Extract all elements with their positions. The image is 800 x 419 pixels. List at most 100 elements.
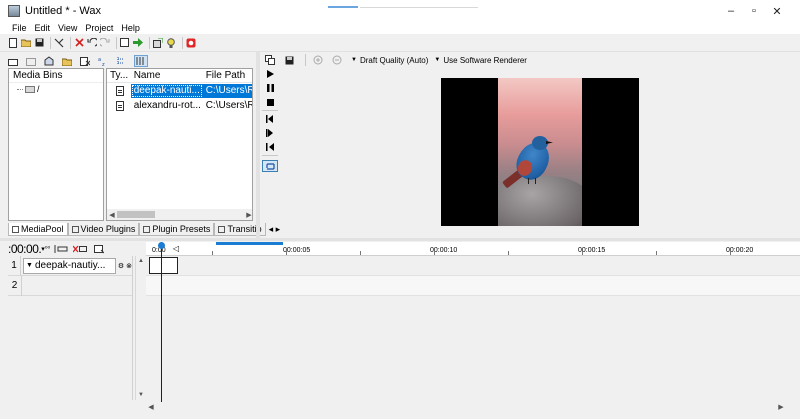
copy-frame-icon[interactable] [265,55,275,65]
open-folder-icon[interactable] [21,38,31,48]
mediapool-icon [12,225,19,233]
scroll-right-icon[interactable]: ▶ [244,211,252,219]
file-row-name: deepak-nauti... [130,84,203,98]
bird-head [532,136,548,150]
column-type[interactable]: Ty... [107,69,131,82]
main-toolbar [0,34,800,52]
chevron-left-icon[interactable]: ◂ [269,224,274,235]
marker-left-icon[interactable]: ◁ [173,244,179,253]
save-frame-icon[interactable] [284,55,294,65]
video-preview[interactable] [441,78,639,226]
timecode-arrow-icon[interactable]: ▾⁰⁰ [41,245,50,253]
track-name-dropdown[interactable]: ▼ deepak-nautiy... [23,257,116,274]
tab-video-plugins[interactable]: Video Plugins [67,223,140,236]
tree-view-icon[interactable] [116,56,126,66]
track-header[interactable]: 1 ▼ deepak-nautiy... ⚙ ⊗ [8,255,132,276]
playhead-handle[interactable] [158,242,165,249]
help-bulb-icon[interactable] [166,37,176,48]
timeline-horizontal-scrollbar[interactable]: ◀ ▶ [146,402,800,412]
import-folder-icon[interactable] [62,56,72,66]
scroll-up-icon[interactable]: ▲ [136,258,146,264]
timeline-header: :00:00. ▾⁰⁰ [8,242,138,256]
zoom-in-icon[interactable] [313,55,323,65]
column-file-path[interactable]: File Path [203,69,252,82]
timeline-ruler[interactable]: 0:00 ◁ 00:00:05 00:00:10 00:00:15 00:00:… [146,242,800,256]
bin-item-root[interactable]: / [9,83,103,95]
tab-label: Video Plugins [80,224,136,234]
previous-frame-button[interactable] [262,113,278,125]
project-settings-icon[interactable] [153,37,163,48]
quality-dropdown[interactable]: ▼ Draft Quality (Auto) [351,56,428,65]
scroll-down-icon[interactable]: ▼ [136,392,146,398]
zoom-out-icon[interactable] [332,55,342,65]
preview-toolbar: ▼ Draft Quality (Auto) ▼ Use Software Re… [265,53,800,67]
preview-window-icon[interactable] [120,37,130,48]
sort-name-icon[interactable]: az [98,56,108,66]
renderer-dropdown[interactable]: ▼ Use Software Renderer [434,56,527,65]
save-icon[interactable] [34,38,44,48]
go-to-start-button[interactable] [262,141,278,153]
export-arrow-icon[interactable] [133,38,143,48]
track-close-icon[interactable]: ⊗ [126,262,132,270]
file-row[interactable]: alexandru-rot... C:\Users\R [107,99,252,113]
play-button[interactable] [262,68,278,80]
track-header[interactable]: 2 [8,275,132,296]
vertical-splitter[interactable] [256,52,260,238]
column-name[interactable]: Name [131,69,203,82]
menu-help[interactable]: Help [117,23,144,33]
media-files-list: Ty... Name File Path deepak-nauti... C:\… [106,68,253,221]
tab-mediapool[interactable]: MediaPool [8,223,68,236]
timecode-display[interactable]: :00:00. [8,242,42,256]
undo-icon[interactable] [87,38,97,48]
track-lane[interactable] [146,276,800,296]
file-row-path: C:\Users\R [205,100,252,111]
track-settings-icon[interactable]: ⚙ [118,262,124,270]
media-bins-header: Media Bins [9,69,103,83]
remove-media-icon[interactable] [80,56,90,66]
record-icon[interactable] [186,38,196,48]
menu-project[interactable]: Project [81,23,117,33]
loop-toggle-button[interactable] [262,160,278,172]
file-row[interactable]: deepak-nauti... C:\Users\R [107,84,252,98]
close-button[interactable]: ✕ [754,0,800,22]
tab-label: Plugin Presets [152,224,211,234]
track-properties-icon[interactable] [91,244,107,254]
menu-edit[interactable]: Edit [31,23,55,33]
toolbar-separator [305,54,306,66]
scroll-right-icon[interactable]: ▶ [776,403,786,411]
new-bin-icon[interactable] [8,56,18,66]
redo-icon[interactable] [100,38,110,48]
play-range-bar[interactable] [216,242,283,245]
import-media-icon[interactable] [44,56,54,66]
add-track-icon[interactable] [53,244,69,254]
tab-scroll-buttons[interactable]: ◂ ▸ [266,223,284,236]
scroll-left-icon[interactable]: ◀ [107,211,117,219]
delete-track-icon[interactable] [72,244,88,254]
files-horizontal-scrollbar[interactable]: ◀ ▶ [107,209,252,220]
cut-tool-icon[interactable] [54,38,64,48]
track-lane[interactable] [146,256,800,276]
svg-text:a: a [98,57,101,63]
new-file-icon[interactable] [8,37,18,48]
next-frame-button[interactable] [262,127,278,139]
bin-up-icon[interactable] [26,56,36,66]
toolbar-separator [182,36,183,49]
timeline-track-area[interactable] [146,242,800,402]
scrollbar-thumb[interactable] [117,211,155,218]
ruler-tick [730,251,731,255]
delete-icon[interactable] [74,38,84,48]
horizontal-splitter[interactable] [0,238,800,241]
menu-file[interactable]: File [8,23,31,33]
tab-plugin-presets[interactable]: Plugin Presets [139,223,215,236]
chevron-right-icon[interactable]: ▸ [276,224,281,235]
stop-button[interactable] [262,96,278,108]
track-headers: 1 ▼ deepak-nautiy... ⚙ ⊗ 2 [8,255,133,400]
playhead-line[interactable] [161,242,162,402]
scroll-left-icon[interactable]: ◀ [146,403,156,411]
detail-view-icon[interactable] [134,55,148,67]
track-number: 1 [8,255,22,276]
timeline-vertical-scrollbar[interactable]: ▲ ▼ [135,256,145,400]
timeline-clip[interactable] [149,257,178,274]
menu-view[interactable]: View [54,23,81,33]
pause-button[interactable] [262,82,278,94]
